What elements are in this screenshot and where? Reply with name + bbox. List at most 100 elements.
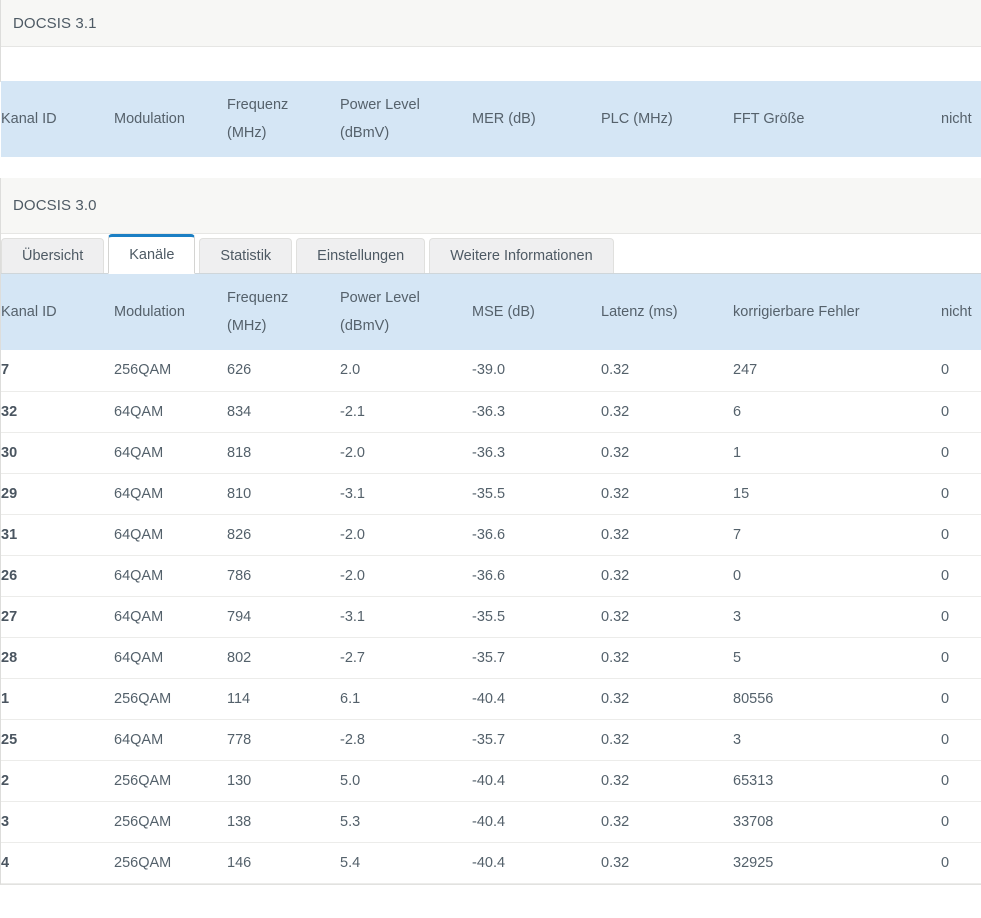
cell-nicht: 0 bbox=[941, 555, 981, 596]
cell-mse: -35.5 bbox=[472, 473, 601, 514]
column-header-power-level[interactable]: Power Level (dBmV) bbox=[340, 274, 472, 350]
column-header-fft-groesse[interactable]: FFT Größe bbox=[733, 81, 941, 157]
cell-latenz: 0.32 bbox=[601, 596, 733, 637]
cell-mse: -35.5 bbox=[472, 596, 601, 637]
cell-kanal-id: 1 bbox=[1, 678, 114, 719]
cell-nicht: 0 bbox=[941, 637, 981, 678]
docsis-31-panel: DOCSIS 3.1 Kanal ID Modulation bbox=[0, 0, 981, 82]
column-header-modulation[interactable]: Modulation bbox=[114, 81, 227, 157]
cell-korrigierbar: 5 bbox=[733, 637, 941, 678]
tab-einstellungen[interactable]: Einstellungen bbox=[296, 238, 425, 273]
tab-uebersicht[interactable]: Übersicht bbox=[1, 238, 104, 273]
cell-frequenz: 834 bbox=[227, 391, 340, 432]
column-header-frequenz[interactable]: Frequenz (MHz) bbox=[227, 81, 340, 157]
tab-kanaele[interactable]: Kanäle bbox=[108, 234, 195, 274]
cell-nicht: 0 bbox=[941, 760, 981, 801]
cell-nicht: 0 bbox=[941, 596, 981, 637]
column-header-mse[interactable]: MSE (dB) bbox=[472, 274, 601, 350]
cell-nicht: 0 bbox=[941, 678, 981, 719]
column-header-korrigierbare-fehler[interactable]: korrigierbare Fehler bbox=[733, 274, 941, 350]
cell-power: -3.1 bbox=[340, 596, 472, 637]
cell-kanal-id: 26 bbox=[1, 555, 114, 596]
column-header-nicht-korrigierbare-fehler[interactable]: nicht bbox=[941, 274, 981, 350]
column-header-label: Modulation bbox=[114, 304, 185, 320]
cell-nicht: 0 bbox=[941, 842, 981, 883]
table-row: 3164QAM826-2.0-36.60.3270 bbox=[1, 514, 981, 555]
cell-power: -2.7 bbox=[340, 637, 472, 678]
cell-modulation: 64QAM bbox=[114, 555, 227, 596]
cell-nicht: 0 bbox=[941, 473, 981, 514]
cell-mse: -36.6 bbox=[472, 555, 601, 596]
table-row: 3256QAM1385.3-40.40.32337080 bbox=[1, 801, 981, 842]
cell-modulation: 64QAM bbox=[114, 719, 227, 760]
cell-power: -2.0 bbox=[340, 514, 472, 555]
docsis-30-panel: DOCSIS 3.0 Übersicht Kanäle Statistik Ei… bbox=[0, 178, 981, 885]
column-header-latenz[interactable]: Latenz (ms) bbox=[601, 274, 733, 350]
cell-latenz: 0.32 bbox=[601, 473, 733, 514]
cell-modulation: 64QAM bbox=[114, 432, 227, 473]
cell-nicht: 0 bbox=[941, 801, 981, 842]
table-header-row: Kanal ID Modulation Frequenz (MHz) P bbox=[1, 81, 981, 157]
cell-power: 2.0 bbox=[340, 350, 472, 391]
tab-statistik[interactable]: Statistik bbox=[199, 238, 292, 273]
tab-bar: Übersicht Kanäle Statistik Einstellungen… bbox=[1, 234, 981, 274]
cell-modulation: 64QAM bbox=[114, 596, 227, 637]
column-header-frequenz[interactable]: Frequenz (MHz) bbox=[227, 274, 340, 350]
table-header-row: Kanal ID Modulation Frequenz (MHz) P bbox=[1, 274, 981, 350]
cell-korrigierbar: 3 bbox=[733, 596, 941, 637]
cell-frequenz: 818 bbox=[227, 432, 340, 473]
column-header-kanal-id[interactable]: Kanal ID bbox=[1, 274, 114, 350]
cell-frequenz: 786 bbox=[227, 555, 340, 596]
table-row: 2864QAM802-2.7-35.70.3250 bbox=[1, 637, 981, 678]
column-header-nicht-korrigierbare-fehler[interactable]: nicht bbox=[941, 81, 981, 157]
column-header-label: Kanal ID bbox=[1, 111, 57, 127]
column-header-label: Kanal ID bbox=[1, 304, 57, 320]
cell-kanal-id: 3 bbox=[1, 801, 114, 842]
cell-mse: -35.7 bbox=[472, 637, 601, 678]
cell-modulation: 64QAM bbox=[114, 637, 227, 678]
cell-latenz: 0.32 bbox=[601, 432, 733, 473]
column-header-power-level[interactable]: Power Level (dBmV) bbox=[340, 81, 472, 157]
cell-mse: -36.3 bbox=[472, 391, 601, 432]
column-header-kanal-id[interactable]: Kanal ID bbox=[1, 81, 114, 157]
tab-label: Einstellungen bbox=[317, 248, 404, 264]
column-header-mer[interactable]: MER (dB) bbox=[472, 81, 601, 157]
table-row: 2964QAM810-3.1-35.50.32150 bbox=[1, 473, 981, 514]
table-row: 2564QAM778-2.8-35.70.3230 bbox=[1, 719, 981, 760]
cell-mse: -35.7 bbox=[472, 719, 601, 760]
docsis-30-panel-header: DOCSIS 3.0 bbox=[1, 178, 981, 234]
column-header-label: MER (dB) bbox=[472, 111, 536, 127]
cell-nicht: 0 bbox=[941, 514, 981, 555]
cell-frequenz: 130 bbox=[227, 760, 340, 801]
cell-power: 5.3 bbox=[340, 801, 472, 842]
cell-frequenz: 626 bbox=[227, 350, 340, 391]
cell-mse: -40.4 bbox=[472, 842, 601, 883]
table-row: 3264QAM834-2.1-36.30.3260 bbox=[1, 391, 981, 432]
cell-kanal-id: 25 bbox=[1, 719, 114, 760]
tab-weitere-informationen[interactable]: Weitere Informationen bbox=[429, 238, 613, 273]
cell-frequenz: 802 bbox=[227, 637, 340, 678]
cell-kanal-id: 7 bbox=[1, 350, 114, 391]
table-row: 4256QAM1465.4-40.40.32329250 bbox=[1, 842, 981, 883]
column-header-sublabel: (dBmV) bbox=[340, 313, 464, 341]
cell-modulation: 256QAM bbox=[114, 678, 227, 719]
column-header-plc[interactable]: PLC (MHz) bbox=[601, 81, 733, 157]
cell-korrigierbar: 247 bbox=[733, 350, 941, 391]
table-row: 2764QAM794-3.1-35.50.3230 bbox=[1, 596, 981, 637]
cell-power: -2.0 bbox=[340, 555, 472, 596]
cell-modulation: 256QAM bbox=[114, 801, 227, 842]
cell-kanal-id: 29 bbox=[1, 473, 114, 514]
cell-mse: -40.4 bbox=[472, 760, 601, 801]
table-row: 2664QAM786-2.0-36.60.3200 bbox=[1, 555, 981, 596]
cell-latenz: 0.32 bbox=[601, 842, 733, 883]
tab-label: Kanäle bbox=[129, 247, 174, 263]
table-row: 3064QAM818-2.0-36.30.3210 bbox=[1, 432, 981, 473]
column-header-modulation[interactable]: Modulation bbox=[114, 274, 227, 350]
cell-latenz: 0.32 bbox=[601, 391, 733, 432]
docsis-30-table-body: 7256QAM6262.0-39.00.3224703264QAM834-2.1… bbox=[1, 350, 981, 883]
column-header-label: nicht bbox=[941, 111, 972, 127]
tab-label: Übersicht bbox=[22, 248, 83, 264]
cell-frequenz: 794 bbox=[227, 596, 340, 637]
cell-modulation: 64QAM bbox=[114, 391, 227, 432]
column-header-sublabel: (MHz) bbox=[227, 313, 332, 341]
